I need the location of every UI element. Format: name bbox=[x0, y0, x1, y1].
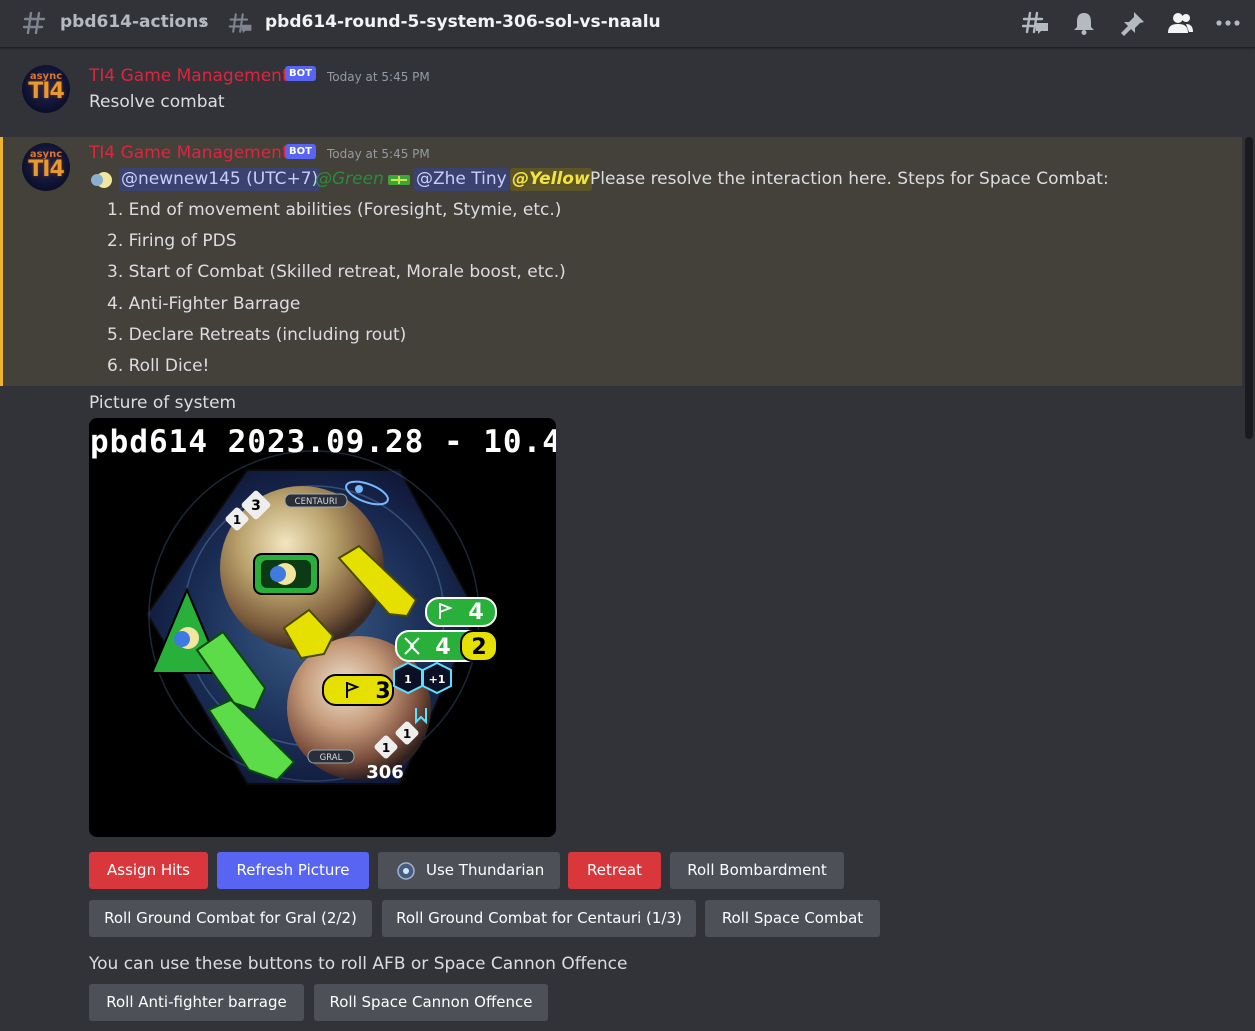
list-item: 6. Roll Dice! bbox=[107, 355, 210, 376]
combat-steps-list: 1. End of movement abilities (Foresight,… bbox=[107, 199, 566, 386]
svg-text:1: 1 bbox=[403, 727, 411, 741]
message-timestamp: Today at 5:45 PM bbox=[327, 70, 430, 84]
roll-bombardment-button[interactable]: Roll Bombardment bbox=[670, 852, 844, 889]
parent-channel-link[interactable]: pbd614-actions bbox=[60, 12, 208, 32]
use-thundarian-label: Use Thundarian bbox=[426, 861, 545, 879]
svg-text:1: 1 bbox=[233, 513, 241, 527]
afb-info-text: You can use these buttons to roll AFB or… bbox=[89, 954, 628, 974]
svg-text:1: 1 bbox=[404, 673, 412, 686]
faction-emoji-icon bbox=[388, 175, 410, 185]
svg-text:+1: +1 bbox=[429, 673, 446, 686]
roll-space-cannon-offence-button[interactable]: Roll Space Cannon Offence bbox=[314, 984, 548, 1021]
picture-title: pbd614 2023.09.28 - 10.45 bbox=[90, 424, 556, 460]
scrollbar-thumb[interactable] bbox=[1245, 137, 1253, 439]
message-timestamp: Today at 5:45 PM bbox=[327, 147, 430, 161]
author-name[interactable]: TI4 Game Management bbox=[89, 143, 289, 163]
list-item: 5. Declare Retreats (including rout) bbox=[107, 324, 407, 345]
assign-hits-button[interactable]: Assign Hits bbox=[89, 852, 208, 889]
pin-icon[interactable] bbox=[1118, 10, 1146, 36]
bot-avatar[interactable]: async TI4 bbox=[22, 143, 70, 191]
thundarian-icon bbox=[397, 862, 415, 880]
roll-anti-fighter-barrage-button[interactable]: Roll Anti-fighter barrage bbox=[89, 984, 304, 1021]
svg-text:1: 1 bbox=[382, 741, 390, 755]
thread-title: pbd614-round-5-system-306-sol-vs-naalu bbox=[265, 12, 661, 32]
svg-text:4: 4 bbox=[435, 635, 450, 660]
bell-icon[interactable] bbox=[1070, 10, 1098, 36]
system-hex-map: CENTAURI GRAL 3 1 4 4 2 3 1 +1 1 1 306 bbox=[145, 450, 498, 785]
svg-text:4: 4 bbox=[468, 600, 483, 625]
message-text: Resolve combat bbox=[89, 92, 225, 112]
role-mention-yellow[interactable]: @Yellow bbox=[510, 168, 592, 191]
user-mention[interactable]: @Zhe Tiny bbox=[414, 168, 509, 191]
faction-emoji-icon bbox=[91, 172, 112, 188]
bot-badge: BOT bbox=[285, 66, 316, 81]
list-item: 4. Anti-Fighter Barrage bbox=[107, 293, 301, 314]
roll-ground-combat-gral-button[interactable]: Roll Ground Combat for Gral (2/2) bbox=[89, 900, 372, 937]
refresh-picture-button[interactable]: Refresh Picture bbox=[217, 852, 369, 889]
channel-header: pbd614-actions › pbd614-round-5-system-3… bbox=[0, 0, 1255, 48]
picture-caption: Picture of system bbox=[89, 393, 237, 413]
threads-icon[interactable] bbox=[1022, 10, 1050, 36]
more-icon[interactable] bbox=[1214, 10, 1242, 36]
list-item: 1. End of movement abilities (Foresight,… bbox=[107, 200, 562, 220]
thread-icon bbox=[228, 13, 252, 34]
role-mention-green[interactable]: @Green bbox=[313, 168, 386, 191]
svg-text:306: 306 bbox=[366, 762, 404, 783]
svg-text:3: 3 bbox=[251, 498, 261, 514]
svg-text:GRAL: GRAL bbox=[320, 753, 343, 763]
svg-text:2: 2 bbox=[471, 635, 486, 660]
roll-space-combat-button[interactable]: Roll Space Combat bbox=[705, 900, 880, 937]
mention-highlight-bar bbox=[0, 137, 3, 386]
user-mention[interactable]: @newnew145 (UTC+7) bbox=[119, 168, 321, 191]
roll-ground-combat-centauri-button[interactable]: Roll Ground Combat for Centauri (1/3) bbox=[382, 900, 696, 937]
author-name[interactable]: TI4 Game Management bbox=[89, 66, 289, 86]
system-picture[interactable]: CENTAURI GRAL 3 1 4 4 2 3 1 +1 1 1 306 p… bbox=[89, 418, 556, 837]
list-item: 2. Firing of PDS bbox=[107, 231, 237, 252]
svg-text:3: 3 bbox=[375, 679, 390, 704]
bot-avatar[interactable]: async TI4 bbox=[22, 65, 70, 113]
svg-text:CENTAURI: CENTAURI bbox=[295, 497, 338, 507]
use-thundarian-button[interactable]: Use Thundarian bbox=[378, 852, 560, 889]
members-icon[interactable] bbox=[1166, 10, 1194, 36]
list-item: 3. Start of Combat (Skilled retreat, Mor… bbox=[107, 262, 566, 283]
message-text: Please resolve the interaction here. Ste… bbox=[590, 169, 1109, 189]
chevron-right-icon: › bbox=[200, 11, 208, 32]
thread-hash-icon bbox=[22, 11, 46, 35]
bot-badge: BOT bbox=[285, 144, 316, 159]
retreat-button[interactable]: Retreat bbox=[568, 852, 661, 889]
